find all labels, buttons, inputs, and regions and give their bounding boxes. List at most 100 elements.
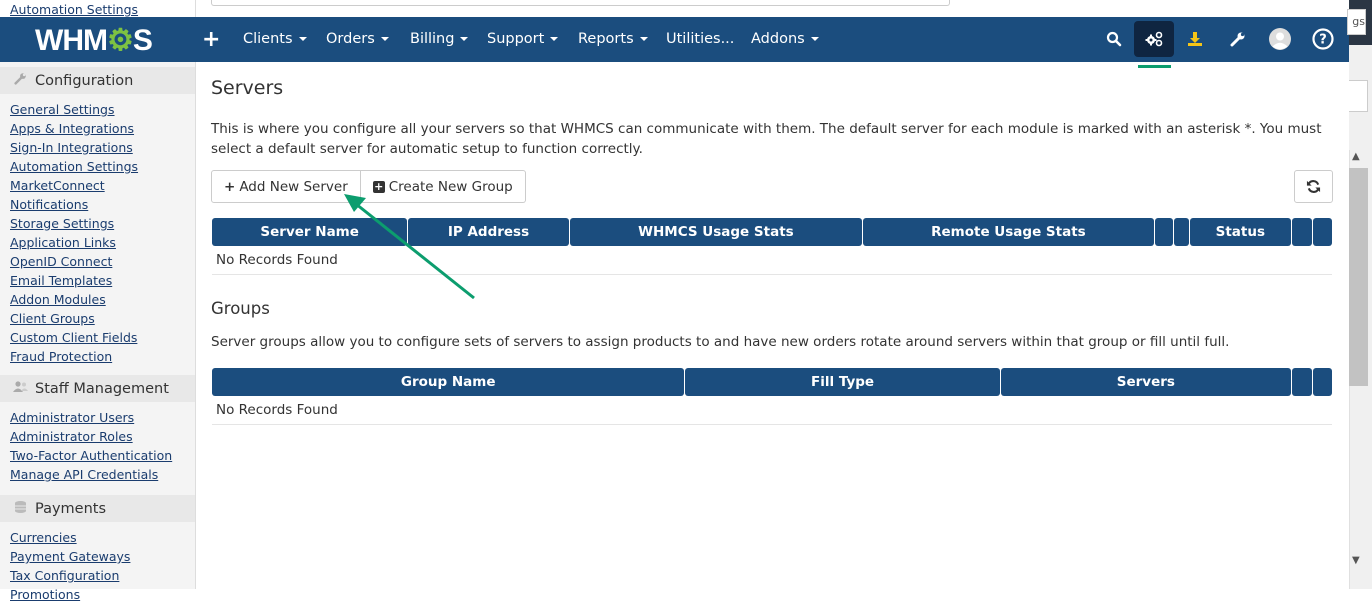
- scroll-up-icon[interactable]: ▲: [1352, 151, 1360, 162]
- servers-table: Server Name IP Address WHMCS Usage Stats…: [211, 218, 1333, 275]
- sidebar-link[interactable]: Administrator Users: [10, 408, 195, 427]
- table-row: No Records Found: [212, 246, 1332, 275]
- nav-utilities[interactable]: Utilities...: [666, 31, 734, 47]
- col-status[interactable]: Status: [1189, 218, 1291, 246]
- caret-down-icon: [639, 37, 648, 41]
- sidebar-link[interactable]: MarketConnect: [10, 176, 195, 195]
- table-header-row: Server Name IP Address WHMCS Usage Stats…: [212, 218, 1332, 246]
- scrollbar[interactable]: gs ▲ ▼: [1347, 0, 1372, 589]
- section-title: Payments: [35, 500, 107, 517]
- sidebar-link[interactable]: Fraud Protection: [10, 347, 195, 366]
- nav-label: Clients: [243, 31, 293, 47]
- col-blank: [1312, 368, 1332, 396]
- nav-label: Orders: [326, 31, 375, 47]
- sidebar-list-configuration: General Settings Apps & Integrations Sign-…: [0, 94, 195, 374]
- button-label: Add New Server: [239, 178, 348, 195]
- help-icon[interactable]: ?: [1303, 21, 1343, 57]
- sidebar-link[interactable]: Application Links: [10, 233, 195, 252]
- nav-label: Support: [487, 31, 545, 47]
- search-icon[interactable]: [1094, 21, 1134, 57]
- overlay-input[interactable]: gs: [1347, 9, 1366, 35]
- sidebar-link[interactable]: Administrator Roles: [10, 427, 195, 446]
- groups-title: Groups: [211, 299, 270, 318]
- sidebar-link[interactable]: Promotions: [10, 585, 195, 604]
- whmcs-logo[interactable]: WHM⚙S: [35, 23, 153, 58]
- sidebar-link[interactable]: Client Groups: [10, 309, 195, 328]
- table-header-row: Group Name Fill Type Servers: [212, 368, 1332, 396]
- users-icon: [13, 380, 28, 397]
- download-icon[interactable]: [1175, 21, 1215, 57]
- sidebar-link[interactable]: Two-Factor Authentication: [10, 446, 195, 465]
- cogs-icon[interactable]: [1134, 21, 1174, 57]
- col-remote-usage[interactable]: Remote Usage Stats: [863, 218, 1154, 246]
- sidebar-link[interactable]: OpenID Connect: [10, 252, 195, 271]
- section-title: Configuration: [35, 72, 134, 89]
- add-server-button[interactable]: + Add New Server: [211, 170, 361, 203]
- col-fill-type[interactable]: Fill Type: [685, 368, 1000, 396]
- scroll-thumb[interactable]: [1349, 168, 1368, 386]
- active-indicator: [1138, 65, 1171, 68]
- col-servers[interactable]: Servers: [1000, 368, 1291, 396]
- overlay-panel: gs: [1347, 0, 1372, 45]
- sidebar-link[interactable]: Apps & Integrations: [10, 119, 195, 138]
- sidebar: Configuration General Settings Apps & Int…: [0, 62, 196, 602]
- sidebar-link[interactable]: Storage Settings: [10, 214, 195, 233]
- sidebar-link[interactable]: Manage API Credentials: [10, 465, 195, 484]
- logo-text: WHM: [35, 24, 108, 57]
- sidebar-link[interactable]: Notifications: [10, 195, 195, 214]
- nav-addons[interactable]: Addons: [751, 31, 819, 47]
- sidebar-link[interactable]: Sign-In Integrations: [10, 138, 195, 157]
- nav-billing[interactable]: Billing: [410, 31, 469, 47]
- sidebar-section-configuration: Configuration: [0, 67, 195, 94]
- caret-down-icon: [550, 37, 559, 41]
- nav-reports[interactable]: Reports: [578, 31, 648, 47]
- avatar[interactable]: [1260, 21, 1300, 57]
- search-box-partial[interactable]: [211, 0, 950, 6]
- col-group-name[interactable]: Group Name: [212, 368, 685, 396]
- nav-label: Reports: [578, 31, 634, 47]
- refresh-button[interactable]: [1294, 170, 1333, 203]
- add-icon[interactable]: +: [202, 27, 220, 52]
- server-actions: + Add New Server + Create New Group: [211, 170, 526, 203]
- plus-icon: +: [224, 178, 236, 195]
- svg-text:?: ?: [1319, 33, 1327, 48]
- coins-icon: [13, 500, 27, 517]
- sidebar-link[interactable]: Automation Settings: [10, 157, 195, 176]
- sidebar-link[interactable]: General Settings: [10, 100, 195, 119]
- create-group-button[interactable]: + Create New Group: [360, 170, 526, 203]
- col-ip-address[interactable]: IP Address: [408, 218, 569, 246]
- wrench-icon[interactable]: [1218, 21, 1258, 57]
- sidebar-link[interactable]: Tax Configuration: [10, 566, 195, 585]
- sidebar-section-staff-management: Staff Management: [0, 375, 195, 402]
- sidebar-link-automation-settings-partial[interactable]: Automation Settings: [10, 2, 138, 17]
- col-blank: [1291, 218, 1312, 246]
- nav-clients[interactable]: Clients: [243, 31, 307, 47]
- caret-down-icon: [380, 37, 389, 41]
- plus-square-icon: +: [372, 179, 385, 193]
- col-blank: [1154, 218, 1173, 246]
- refresh-icon: [1306, 180, 1321, 193]
- groups-table: Group Name Fill Type Servers No Records …: [211, 368, 1333, 425]
- nav-support[interactable]: Support: [487, 31, 559, 47]
- nav-orders[interactable]: Orders: [326, 31, 389, 47]
- sidebar-link[interactable]: Email Templates: [10, 271, 195, 290]
- sidebar-link[interactable]: Currencies: [10, 528, 195, 547]
- sidebar-section-payments: Payments: [0, 495, 195, 522]
- col-server-name[interactable]: Server Name: [212, 218, 408, 246]
- caret-down-icon: [810, 37, 819, 41]
- col-blank: [1173, 218, 1189, 246]
- gear-icon: ⚙: [106, 24, 134, 57]
- sidebar-link[interactable]: Payment Gateways: [10, 547, 195, 566]
- overlay-input-2[interactable]: [1349, 80, 1368, 112]
- groups-description: Server groups allow you to configure set…: [211, 334, 1230, 350]
- sidebar-link[interactable]: Addon Modules: [10, 290, 195, 309]
- sidebar-list-staff-management: Administrator Users Administrator Roles Tw…: [0, 402, 195, 492]
- sidebar-link[interactable]: Custom Client Fields: [10, 328, 195, 347]
- caret-down-icon: [460, 37, 469, 41]
- col-whmcs-usage[interactable]: WHMCS Usage Stats: [569, 218, 863, 246]
- scroll-down-icon[interactable]: ▼: [1352, 555, 1360, 566]
- button-label: Create New Group: [388, 178, 513, 195]
- nav-label: Billing: [410, 31, 455, 47]
- col-blank: [1312, 218, 1332, 246]
- nav-label: Addons: [751, 31, 805, 47]
